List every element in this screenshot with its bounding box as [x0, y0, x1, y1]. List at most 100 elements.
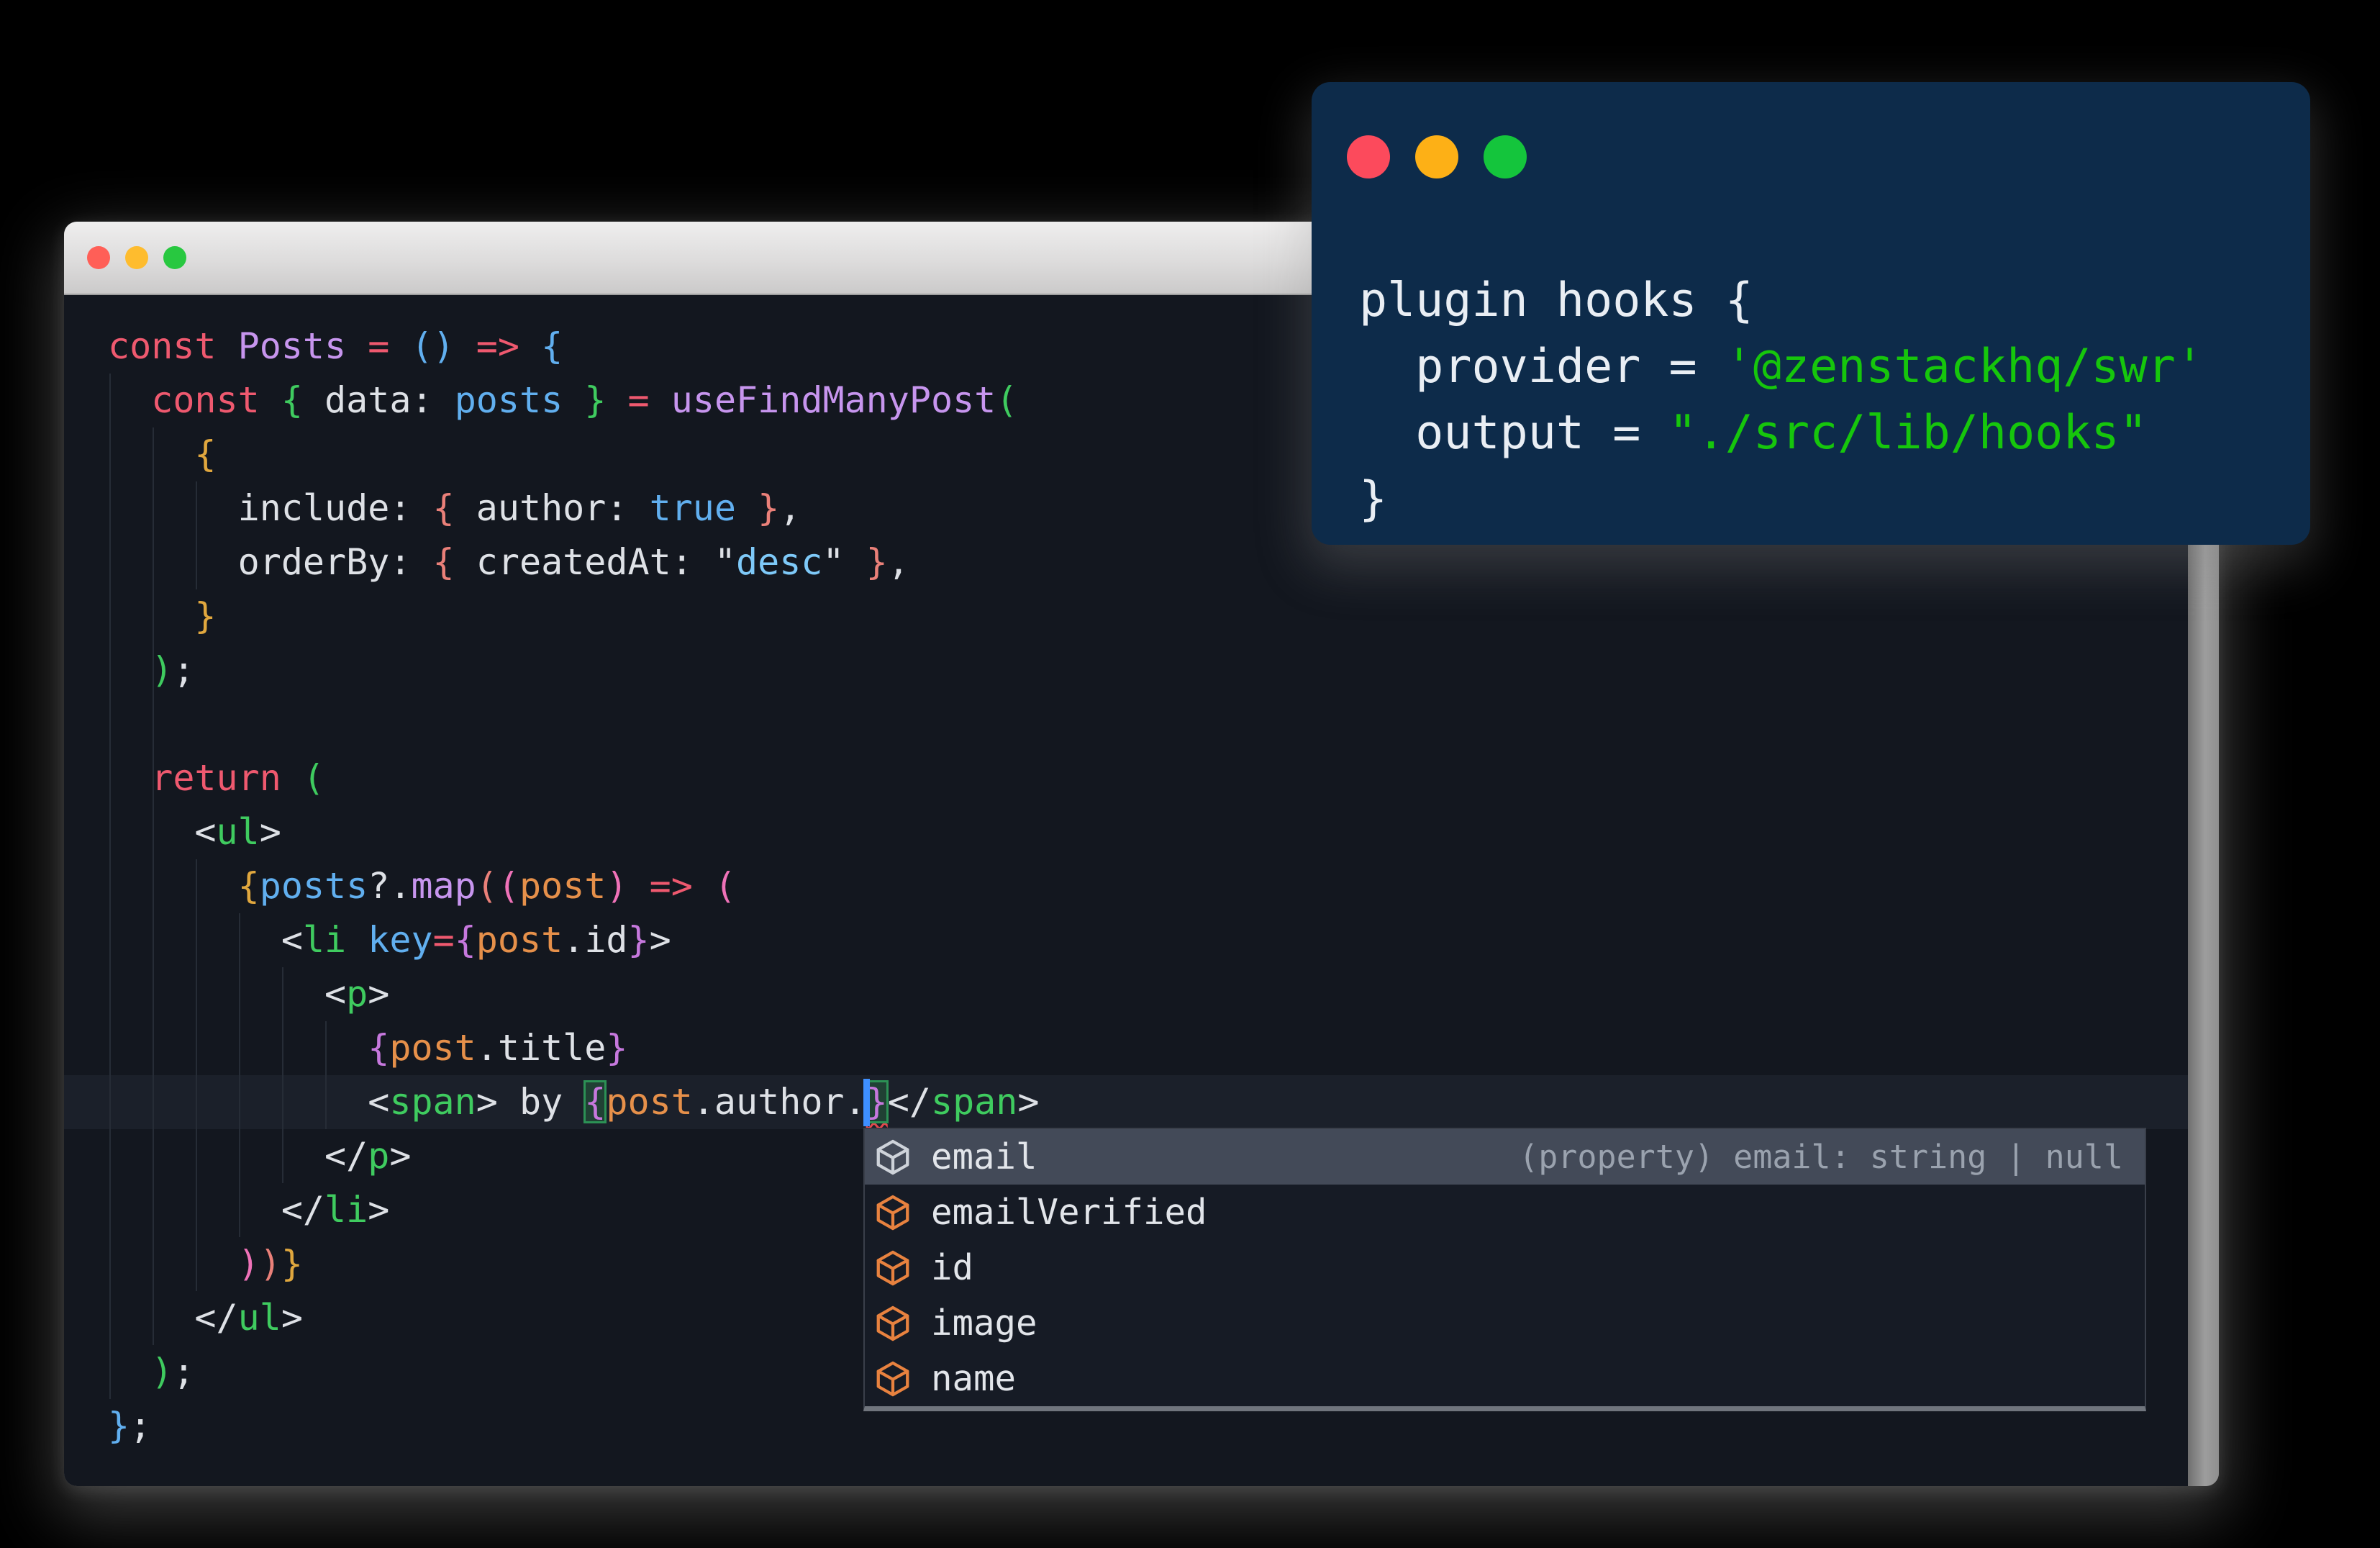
code-token: }: [866, 541, 888, 583]
code-token: p: [368, 1135, 390, 1177]
code-token: (: [302, 757, 325, 799]
suggest-item-label: image: [931, 1303, 1037, 1344]
suggest-item-id[interactable]: id: [865, 1240, 2145, 1295]
code-token: <: [108, 811, 217, 853]
code-token: orderBy:: [108, 541, 433, 583]
code-token: {: [237, 865, 260, 907]
code-token: >: [368, 973, 390, 1015]
code-line[interactable]: return (: [64, 751, 2188, 805]
suggest-item-image[interactable]: image: [865, 1295, 2145, 1351]
field-icon: [876, 1250, 909, 1285]
close-button[interactable]: [1347, 135, 1390, 178]
code-token: }: [758, 487, 780, 529]
code-token: posts: [259, 865, 368, 907]
zoom-button[interactable]: [163, 246, 186, 269]
code-token: post: [606, 1081, 693, 1123]
code-token: ,: [779, 487, 801, 529]
code-token: =>: [476, 325, 542, 367]
code-token: (: [476, 865, 498, 907]
code-token: </: [108, 1297, 238, 1339]
code-line[interactable]: plugin hooks {: [1359, 268, 2204, 334]
code-token: >: [281, 1297, 303, 1339]
code-line[interactable]: <span> by {post.author.}</span>: [64, 1075, 2188, 1129]
code-token: }: [1359, 472, 1388, 526]
code-line[interactable]: <ul>: [64, 805, 2188, 859]
suggest-item-email[interactable]: email (property) email: string | null: [865, 1129, 2145, 1185]
code-token: posts: [454, 379, 563, 421]
code-token: ": [822, 541, 866, 583]
code-token: {: [368, 1027, 390, 1069]
code-token: >: [649, 919, 671, 961]
code-line[interactable]: {post.title}: [64, 1021, 2188, 1075]
code-token: {: [454, 919, 476, 961]
code-token: ): [151, 649, 173, 691]
field-icon: [876, 1139, 909, 1174]
code-token: .id: [563, 919, 628, 961]
code-token: useFindManyPost: [671, 379, 996, 421]
zoom-button[interactable]: [1484, 135, 1527, 178]
code-token: >: [389, 1135, 412, 1177]
code-line[interactable]: output = "./src/lib/hooks": [1359, 400, 2204, 466]
code-token: ,: [887, 541, 909, 583]
code-token: desc: [736, 541, 823, 583]
code-line[interactable]: <p>: [64, 967, 2188, 1021]
code-token: <: [108, 1081, 390, 1123]
desktop-background: { "palette":{ "red":"#ef596f","purple":"…: [0, 0, 2380, 1548]
code-line[interactable]: {posts?.map((post) => (: [64, 859, 2188, 913]
code-token: li: [324, 1189, 368, 1231]
plugin-config-code: plugin hooks { provider = '@zenstackhq/s…: [1359, 268, 2204, 533]
suggest-item-emailVerified[interactable]: emailVerified: [865, 1185, 2145, 1240]
traffic-lights: [87, 246, 186, 269]
code-line[interactable]: }: [1359, 466, 2204, 533]
suggest-item-label: id: [931, 1247, 974, 1288]
code-token: post: [476, 919, 563, 961]
code-token: ): [259, 1243, 281, 1285]
code-token: {: [194, 433, 217, 475]
code-line[interactable]: }: [64, 589, 2188, 643]
code-token: =: [627, 379, 671, 421]
code-token: ?.: [368, 865, 412, 907]
code-token: (): [411, 325, 455, 367]
suggest-item-name[interactable]: name: [865, 1351, 2145, 1406]
code-token: {: [541, 325, 563, 367]
close-button[interactable]: [87, 246, 110, 269]
code-token: {: [432, 487, 476, 529]
code-line[interactable]: <li key={post.id}>: [64, 913, 2188, 967]
code-line[interactable]: provider = '@zenstackhq/swr': [1359, 334, 2204, 400]
code-token: const: [108, 325, 238, 367]
minimize-button[interactable]: [125, 246, 148, 269]
code-token: true: [649, 487, 737, 529]
code-token: </: [887, 1081, 931, 1123]
code-token: }: [108, 1405, 130, 1447]
minimize-button[interactable]: [1415, 135, 1458, 178]
plugin-config-window[interactable]: plugin hooks { provider = '@zenstackhq/s…: [1312, 82, 2310, 545]
suggest-item-label: name: [931, 1358, 1017, 1399]
code-token: key: [368, 919, 433, 961]
code-token: >: [259, 811, 281, 853]
code-token: post: [519, 865, 607, 907]
code-token: ;: [173, 1351, 195, 1393]
code-token: <: [108, 973, 347, 1015]
code-token: =: [368, 325, 412, 367]
code-token: ): [237, 1243, 260, 1285]
code-line[interactable]: [64, 697, 2188, 751]
code-token: {: [281, 379, 325, 421]
code-token: .title: [476, 1027, 607, 1069]
code-token: span: [930, 1081, 1018, 1123]
code-line[interactable]: );: [64, 643, 2188, 697]
suggest-item-detail: (property) email: string | null: [1519, 1138, 2123, 1176]
suggest-item-label: emailVerified: [931, 1192, 1207, 1233]
traffic-lights: [1347, 135, 1527, 178]
code-token: '@zenstackhq/swr': [1725, 340, 2204, 394]
suggest-item-label: email: [931, 1136, 1037, 1177]
code-token: }: [281, 1243, 303, 1285]
